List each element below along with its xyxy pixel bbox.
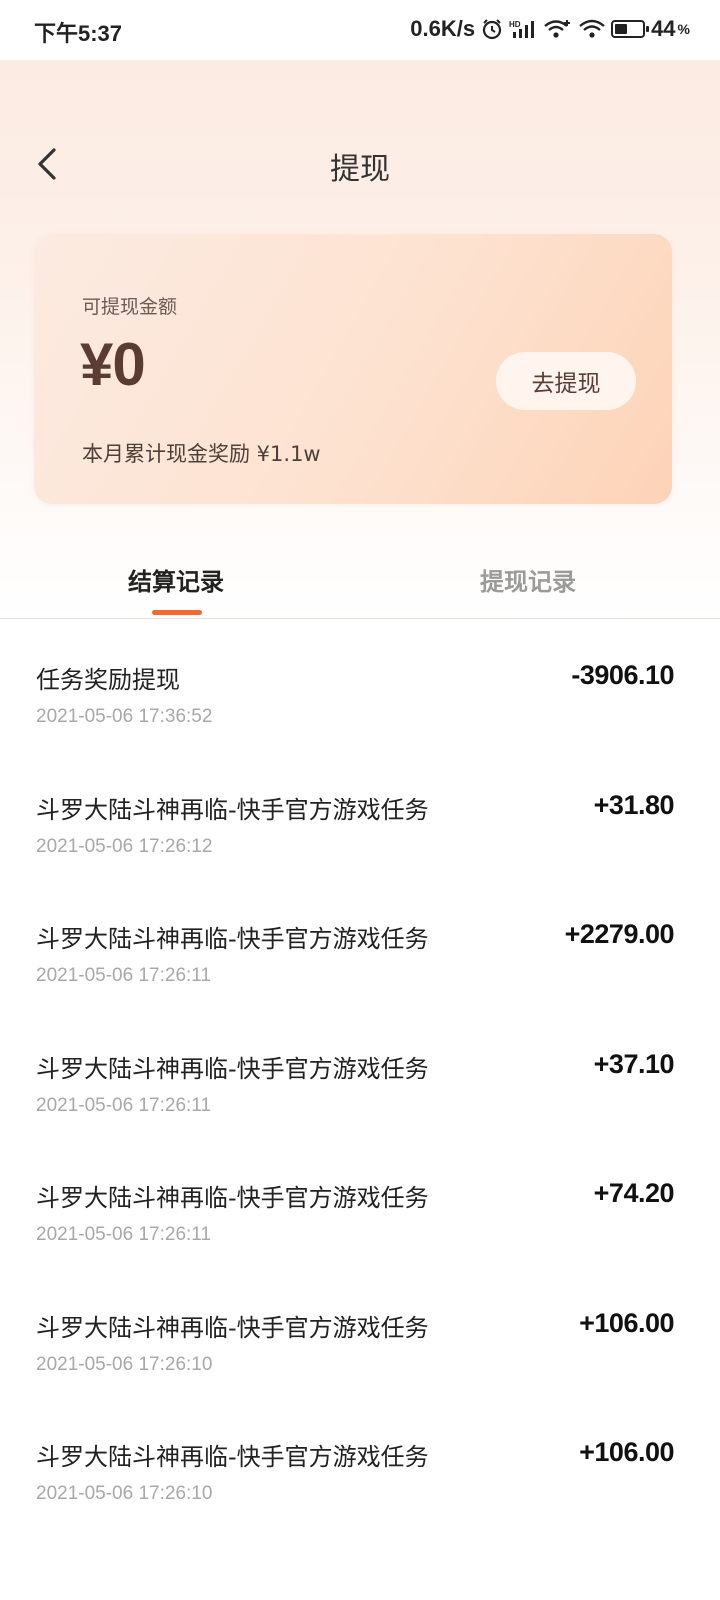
balance-label: 可提现金额 [82,296,178,318]
record-time: 2021-05-06 17:26:11 [36,965,212,986]
list-item[interactable]: 斗罗大陆斗神再临-快手官方游戏任务 2021-05-06 17:26:10 +1… [0,1268,720,1398]
list-item[interactable]: 任务奖励提现 2021-05-06 17:36:52 -3906.10 [0,620,720,750]
balance-amount: ¥0 [80,331,146,398]
record-amount: -3906.10 [571,660,674,690]
status-time: 下午5:37 [34,21,123,46]
record-amount: +106.00 [579,1437,674,1467]
tab-withdrawal-records[interactable]: 提现记录 [480,562,576,597]
page-title: 提现 [330,152,390,187]
network-speed: 0.6K/s [410,16,476,41]
list-item[interactable]: 斗罗大陆斗神再临-快手官方游戏任务 2021-05-06 17:26:11 +2… [0,879,720,1009]
list-item[interactable]: 斗罗大陆斗神再临-快手官方游戏任务 2021-05-06 17:26:10 +1… [0,1397,720,1527]
balance-card: 可提现金额 ¥0 去提现 本月累计现金奖励 ¥1.1w [34,234,672,504]
record-amount: +2279.00 [564,919,675,949]
hd-signal-icon: HD [509,18,537,40]
record-title: 斗罗大陆斗神再临-快手官方游戏任务 [36,925,429,953]
record-tabs: 结算记录 提现记录 [0,548,720,619]
status-bar: 下午5:37 0.6K/s HD 44 % [0,0,720,60]
list-item[interactable]: 斗罗大陆斗神再临-快手官方游戏任务 2021-05-06 17:26:11 +7… [0,1138,720,1268]
record-time: 2021-05-06 17:26:11 [36,1224,212,1245]
record-time: 2021-05-06 17:26:10 [36,1483,213,1504]
record-title: 斗罗大陆斗神再临-快手官方游戏任务 [36,1313,429,1342]
battery-icon [611,20,650,38]
record-time: 2021-05-06 17:26:11 [36,1094,212,1116]
battery-unit: % [677,21,690,37]
record-amount: +106.00 [579,1307,674,1338]
record-time: 2021-05-06 17:36:52 [36,706,213,727]
tab-settlement-records[interactable]: 结算记录 [128,562,224,597]
record-title: 任务奖励提现 [36,666,180,694]
svg-text:HD: HD [509,20,521,29]
list-item[interactable]: 斗罗大陆斗神再临-快手官方游戏任务 2021-05-06 17:26:11 +3… [0,1009,720,1139]
record-title: 斗罗大陆斗神再临-快手官方游戏任务 [36,1054,429,1083]
active-tab-indicator [152,610,202,615]
wifi-plus-icon [543,18,573,40]
battery-level: 44 [651,16,676,41]
record-title: 斗罗大陆斗神再临-快手官方游戏任务 [36,1443,429,1471]
record-list: 任务奖励提现 2021-05-06 17:36:52 -3906.10 斗罗大陆… [0,620,720,1527]
record-time: 2021-05-06 17:26:10 [36,1353,213,1375]
record-amount: +37.10 [593,1048,675,1079]
status-icons: 0.6K/s HD 44 % [410,16,690,42]
alarm-icon [481,18,503,40]
record-title: 斗罗大陆斗神再临-快手官方游戏任务 [36,795,429,824]
record-time: 2021-05-06 17:26:12 [36,835,213,857]
list-item[interactable]: 斗罗大陆斗神再临-快手官方游戏任务 2021-05-06 17:26:12 +3… [0,750,720,880]
record-amount: +74.20 [593,1178,675,1208]
record-amount: +31.80 [593,789,675,820]
record-title: 斗罗大陆斗神再临-快手官方游戏任务 [36,1184,429,1212]
wifi-icon [579,18,605,40]
monthly-reward-note: 本月累计现金奖励 ¥1.1w [82,442,321,466]
withdraw-button[interactable]: 去提现 [496,352,636,410]
